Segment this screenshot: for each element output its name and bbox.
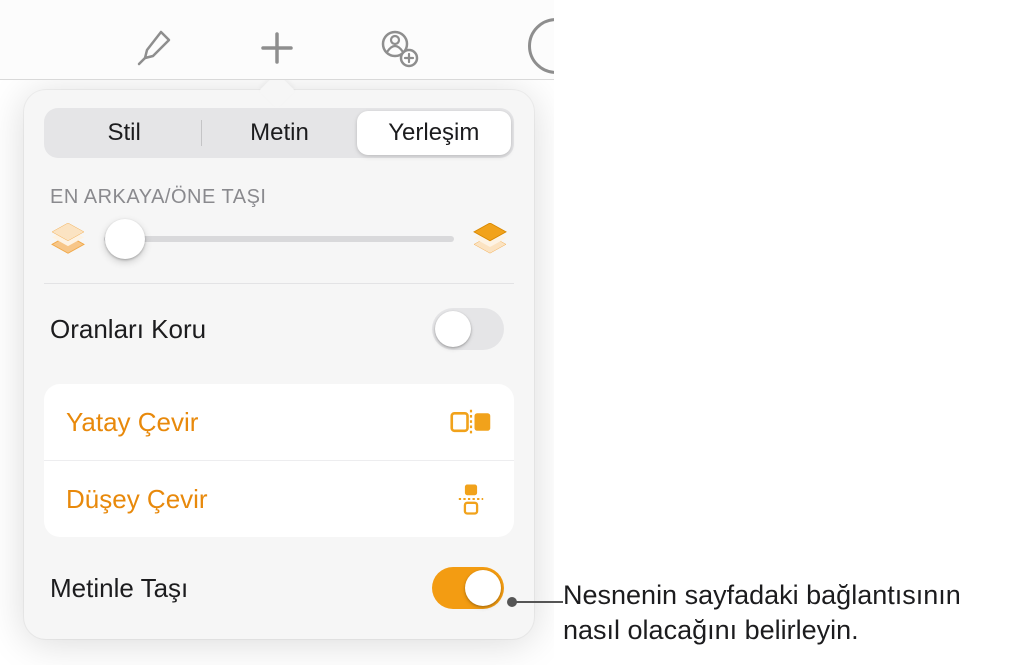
partial-button[interactable] <box>528 18 554 74</box>
flip-controls: Yatay Çevir Düşey Çevir <box>44 384 514 537</box>
bring-to-front-icon[interactable] <box>472 223 508 255</box>
collaborate-button[interactable] <box>377 26 421 70</box>
insert-button[interactable] <box>255 26 299 70</box>
callout-text: Nesnenin sayfadaki bağlantısının nasıl o… <box>563 578 1003 647</box>
callout-leader-line <box>508 601 563 603</box>
constrain-proportions-label: Oranları Koru <box>50 314 206 345</box>
send-to-back-icon[interactable] <box>50 223 86 255</box>
tab-style[interactable]: Stil <box>47 111 201 155</box>
paintbrush-icon <box>135 28 175 68</box>
flip-horizontal-label: Yatay Çevir <box>66 407 198 438</box>
flip-horizontal-icon <box>450 406 492 438</box>
flip-vertical-button[interactable]: Düşey Çevir <box>44 460 514 537</box>
flip-vertical-label: Düşey Çevir <box>66 484 208 515</box>
collaborate-icon <box>379 28 419 68</box>
section-label-backfront: EN ARKAYA/ÖNE TAŞI <box>50 186 508 209</box>
plus-icon <box>257 28 297 68</box>
format-button[interactable] <box>133 26 177 70</box>
move-with-text-row: Metinle Taşı <box>44 543 514 639</box>
tab-arrange[interactable]: Yerleşim <box>357 111 511 155</box>
slider-thumb[interactable] <box>105 219 145 259</box>
format-popover: Stil Metin Yerleşim EN ARKAYA/ÖNE TAŞI O… <box>24 90 534 639</box>
layer-order-slider[interactable] <box>104 236 454 242</box>
flip-horizontal-button[interactable]: Yatay Çevir <box>44 384 514 460</box>
format-tabs: Stil Metin Yerleşim <box>44 108 514 158</box>
constrain-proportions-row: Oranları Koru <box>44 284 514 374</box>
tab-text[interactable]: Metin <box>202 111 356 155</box>
move-with-text-label: Metinle Taşı <box>50 573 188 604</box>
flip-vertical-icon <box>450 483 492 515</box>
layer-order-control <box>44 223 514 284</box>
move-with-text-toggle[interactable] <box>432 567 504 609</box>
toolbar <box>0 0 554 80</box>
constrain-proportions-toggle[interactable] <box>432 308 504 350</box>
